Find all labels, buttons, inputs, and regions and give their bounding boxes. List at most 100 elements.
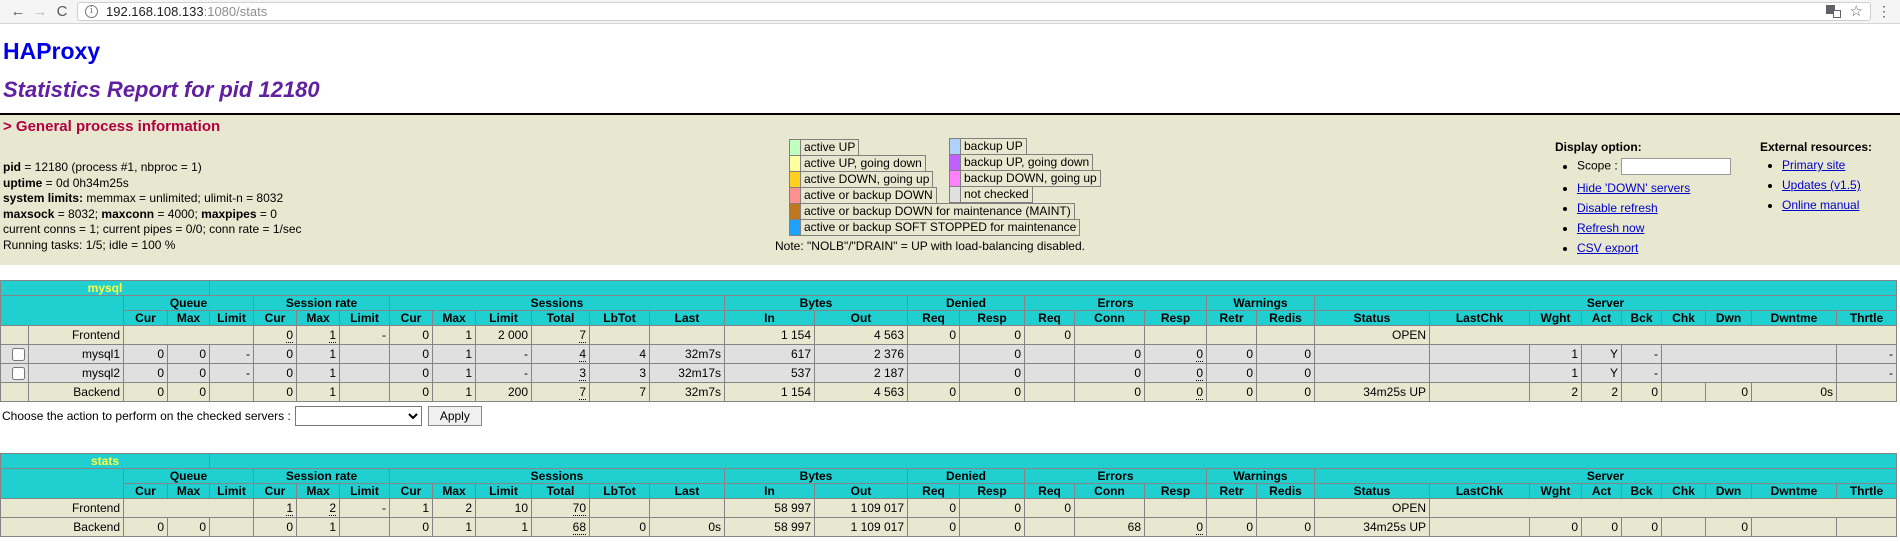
scope-input[interactable] <box>1621 158 1732 175</box>
value-cell: 2 187 <box>814 363 908 383</box>
value-cell: 0 <box>253 344 297 364</box>
browser-toolbar: ← → C i 192.168.108.133:1080/stats ☆ ⋮ <box>0 0 1900 24</box>
server-action-bar: Choose the action to perform on the chec… <box>2 406 1900 426</box>
column-header: LbTot <box>589 483 650 499</box>
value-cell: 1 <box>1529 344 1582 364</box>
value-cell: 0 <box>123 363 168 383</box>
column-header: Resp <box>959 310 1025 326</box>
column-header: Cur <box>389 310 433 326</box>
column-header: Limit <box>475 483 532 499</box>
proxy-table-mysql: mysql Queue Session rate Sessions Bytes Denie… <box>0 280 1900 402</box>
value-cell: 200 <box>475 382 532 402</box>
value-cell: 32m17s <box>649 363 725 383</box>
value-cell <box>339 517 390 537</box>
table-row-frontend: Frontend 1 2-1 2 10 70 58 997 1 109 017 0 0 0 OPEN <box>0 498 1897 518</box>
value-cell: 0 <box>389 344 433 364</box>
legend-label: active or backup DOWN <box>800 187 937 204</box>
legend-item: backup UP, going down <box>949 154 1101 171</box>
group-header: Bytes <box>724 295 908 311</box>
value-cell: 537 <box>724 363 815 383</box>
value-cell: 0 <box>389 325 433 345</box>
column-header: Limit <box>339 310 390 326</box>
display-option-link[interactable]: Hide 'DOWN' servers <box>1577 181 1690 195</box>
display-option-link[interactable]: CSV export <box>1577 241 1638 255</box>
external-resources: External resources: Primary site Updates … <box>1760 140 1892 218</box>
value-cell: 0 <box>1621 517 1662 537</box>
external-resources-title: External resources: <box>1760 140 1873 154</box>
column-header: Limit <box>209 310 254 326</box>
value-cell <box>1256 325 1315 345</box>
legend-item: active or backup SOFT STOPPED for mainte… <box>789 219 1085 236</box>
value-cell <box>339 382 390 402</box>
proxy-name-header: stats <box>0 453 210 469</box>
external-resource-link[interactable]: Primary site <box>1782 158 1845 172</box>
checkbox-cell <box>0 363 29 383</box>
column-header: Dwntme <box>1751 310 1837 326</box>
value-cell: 7 <box>531 382 590 402</box>
value-cell: 0 <box>959 363 1025 383</box>
server-checkbox[interactable] <box>12 367 25 381</box>
value-cell <box>123 498 254 518</box>
value-cell <box>1429 363 1530 383</box>
bookmark-star-icon[interactable]: ☆ <box>1850 4 1863 19</box>
display-option-link[interactable]: Disable refresh <box>1577 201 1658 215</box>
omnibox[interactable]: i 192.168.108.133:1080/stats ☆ <box>77 2 1871 21</box>
value-cell <box>1751 517 1837 537</box>
value-cell <box>1144 325 1207 345</box>
back-icon[interactable]: ← <box>7 1 29 23</box>
value-cell: 1 <box>253 498 297 518</box>
server-checkbox[interactable] <box>12 348 25 362</box>
value-cell: 1 <box>475 517 532 537</box>
value-cell <box>1144 498 1207 518</box>
external-resource-link[interactable]: Updates (v1.5) <box>1782 178 1861 192</box>
value-cell <box>1661 517 1706 537</box>
value-cell: 0 <box>253 325 297 345</box>
value-cell: 0 <box>1144 344 1207 364</box>
column-header: In <box>724 310 815 326</box>
column-header: In <box>724 483 815 499</box>
value-cell: 0 <box>123 382 168 402</box>
display-options: Display option: Scope : Hide 'DOWN' serv… <box>1555 140 1760 261</box>
value-cell: 0 <box>389 363 433 383</box>
info-icon[interactable]: i <box>85 5 98 18</box>
column-header: Last <box>649 310 725 326</box>
column-header: Thrtle <box>1836 310 1897 326</box>
checkbox-cell <box>0 382 29 402</box>
value-cell <box>1074 498 1145 518</box>
scope-item: Scope : <box>1577 158 1760 175</box>
value-cell: 0 <box>1144 382 1207 402</box>
display-option-item: Disable refresh <box>1577 201 1760 215</box>
value-cell: 1 <box>296 382 340 402</box>
value-cell <box>1429 344 1530 364</box>
value-cell: 0 <box>907 325 960 345</box>
column-header: Req <box>1024 310 1075 326</box>
row-name: Backend <box>28 382 124 402</box>
column-header: Limit <box>339 483 390 499</box>
action-select[interactable] <box>294 406 422 426</box>
value-cell: 0 <box>1144 517 1207 537</box>
value-cell: - <box>475 344 532 364</box>
page-title[interactable]: HAProxy <box>3 38 1900 65</box>
translate-icon[interactable] <box>1825 5 1841 18</box>
reload-icon[interactable]: C <box>51 1 73 23</box>
value-cell: 1 109 017 <box>814 517 908 537</box>
display-option-link[interactable]: Refresh now <box>1577 221 1644 235</box>
legend-note: Note: "NOLB"/"DRAIN" = UP with load-bala… <box>775 239 1085 253</box>
process-info-line: current conns = 1; current pipes = 0/0; … <box>3 222 302 236</box>
value-cell: - <box>209 344 254 364</box>
legend-label: active or backup DOWN for maintenance (M… <box>800 203 1075 220</box>
value-cell: 0 <box>1705 382 1752 402</box>
status-cell <box>1314 344 1430 364</box>
status-cell: Y <box>1581 344 1622 364</box>
value-cell: 4 <box>589 344 650 364</box>
external-resource-link[interactable]: Online manual <box>1782 198 1859 212</box>
browser-menu-icon[interactable]: ⋮ <box>1875 3 1893 20</box>
value-cell: 0 <box>907 498 960 518</box>
column-header: Conn <box>1074 483 1145 499</box>
value-cell: 1 <box>1529 363 1582 383</box>
forward-icon[interactable]: → <box>29 1 51 23</box>
apply-button[interactable]: Apply <box>427 406 482 426</box>
value-cell: 0 <box>253 382 297 402</box>
value-cell: 0 <box>123 344 168 364</box>
group-header: Sessions <box>389 468 725 484</box>
